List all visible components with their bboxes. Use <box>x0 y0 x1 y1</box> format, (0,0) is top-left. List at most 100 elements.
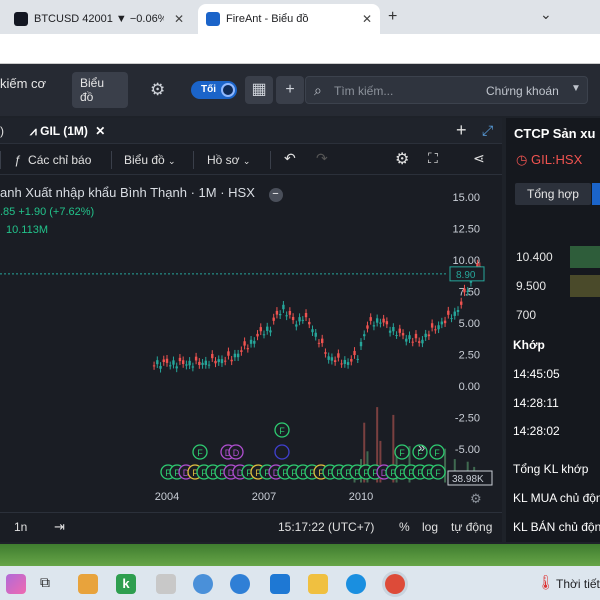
search-input[interactable]: Tìm kiếm... <box>334 84 393 98</box>
candle-body <box>359 341 363 347</box>
k-app-icon[interactable]: k <box>116 574 136 594</box>
add-chart-button[interactable]: + <box>456 120 467 141</box>
browser-tab-bar: BTCUSD 42001 ▼ −0.06% Unna ✕ FireAnt - B… <box>0 0 600 34</box>
event-marker-letter: F <box>434 448 440 458</box>
desktop-wallpaper <box>0 544 600 568</box>
indicators-label: Các chỉ báo <box>28 153 92 167</box>
stock-info-panel <box>506 118 600 542</box>
collapse-legend-icon[interactable]: − <box>268 188 283 202</box>
chrome-icon[interactable] <box>193 574 213 594</box>
weather-widget[interactable]: Thời tiết <box>556 577 600 591</box>
goto-date-icon[interactable]: ⇥ <box>54 519 65 535</box>
candle-body <box>314 332 317 337</box>
chart-type-button[interactable]: Biểu đồ ⌄ <box>124 153 176 167</box>
candle-body <box>392 326 395 332</box>
candle-body <box>414 333 418 339</box>
tab-search-icon[interactable]: ⌄ <box>540 6 552 23</box>
event-marker-letter: F <box>279 426 285 436</box>
candle-body <box>375 318 379 323</box>
y-tick-label: -2.50 <box>455 413 480 425</box>
y-tick-label: 15.00 <box>452 192 480 204</box>
chart-tab-gil[interactable]: ⩘ GIL (1M) ✕ <box>30 124 105 139</box>
task-view-icon[interactable]: ⧉ <box>40 574 60 594</box>
fullscreen-icon[interactable]: ⛶ <box>428 150 438 167</box>
axis-settings-icon: ⚙ <box>470 492 482 507</box>
price-chart[interactable]: 15.00 12.50 10.00 7.50 5.00 2.50 0.00 -2.50 -5.0… <box>0 176 502 512</box>
candle-body <box>430 323 434 328</box>
candle-body <box>172 360 175 365</box>
chrome-active-icon[interactable] <box>385 574 405 594</box>
candle-body <box>424 333 427 338</box>
candle-body <box>207 364 211 366</box>
address-bar-area <box>0 34 600 64</box>
chart-toolbar: ƒ Các chỉ báo Biểu đồ ⌄ Hồ sơ ⌄ ↶ ↷ ⚙ ⛶ … <box>0 145 502 175</box>
tab-summary[interactable]: Tổng hợp <box>515 183 591 205</box>
candle-body <box>333 360 337 362</box>
edge-icon[interactable] <box>230 574 250 594</box>
tab-next[interactable] <box>592 183 600 205</box>
candle-body <box>440 321 444 325</box>
menu-item-partial[interactable]: kiếm cơ <box>0 76 46 91</box>
tab-title: BTCUSD 42001 ▼ −0.06% Unna <box>34 13 164 25</box>
tab-close-icon[interactable]: ✕ <box>362 12 372 26</box>
y-tick-label: 0.00 <box>459 381 480 393</box>
last-price-label: 8.90 <box>456 270 476 281</box>
price-value: 10.400 <box>516 250 553 264</box>
browser-tab-btcusd[interactable]: BTCUSD 42001 ▼ −0.06% Unna ✕ <box>6 4 192 34</box>
price-bar <box>570 275 600 297</box>
candle-body <box>447 310 450 315</box>
stock-symbol[interactable]: ◷ GIL:HSX <box>516 152 582 168</box>
browser-tab-fireant[interactable]: FireAnt - Biểu đồ ✕ <box>198 4 380 34</box>
candle-body <box>301 319 304 321</box>
candle-body <box>191 366 195 368</box>
range-1n-button[interactable]: 1n <box>14 520 27 534</box>
profile-label: Hồ sơ <box>207 153 240 167</box>
menu-item-chart[interactable]: Biểu đồ <box>72 72 128 108</box>
candle-body <box>382 318 385 323</box>
undo-icon[interactable]: ↶ <box>284 150 296 167</box>
app-icon[interactable] <box>6 574 26 594</box>
log-scale-button[interactable]: log <box>422 520 438 534</box>
folder-icon[interactable] <box>308 574 328 594</box>
candle-body <box>211 353 214 359</box>
candle-body <box>243 341 246 346</box>
y-tick-label: 12.50 <box>452 224 480 236</box>
store-icon[interactable] <box>78 574 98 594</box>
candle-body <box>201 362 204 365</box>
chart-settings-gear-icon[interactable]: ⚙ <box>395 149 409 169</box>
profile-button[interactable]: Hồ sơ ⌄ <box>207 153 250 167</box>
candle-body <box>169 365 172 367</box>
search-scope-select[interactable]: Chứng khoán <box>486 84 559 98</box>
search-box[interactable]: ⌕ Tìm kiếm... Chứng khoán ▼ <box>305 76 588 104</box>
redo-icon[interactable]: ↷ <box>316 150 328 167</box>
settings-gear-icon[interactable]: ⚙ <box>150 80 165 100</box>
candle-body <box>188 360 191 366</box>
clock-time[interactable]: 15:17:22 (UTC+7) <box>278 520 374 534</box>
auto-scale-button[interactable]: tự động <box>451 520 492 534</box>
candle-body <box>437 325 440 330</box>
candle-body <box>152 365 156 367</box>
candle-body <box>262 334 266 336</box>
tab-close-icon[interactable]: ✕ <box>174 12 184 26</box>
candle-body <box>308 321 311 325</box>
candle-body <box>337 353 340 358</box>
candle-body <box>259 327 262 332</box>
dark-mode-toggle[interactable]: Tối <box>191 81 237 99</box>
add-icon[interactable]: + <box>276 76 304 104</box>
new-tab-button[interactable]: + <box>388 8 397 26</box>
share-icon[interactable]: ⋖ <box>473 150 485 167</box>
expand-icon[interactable]: ⤢ <box>482 122 493 139</box>
viewer-icon[interactable] <box>156 574 176 594</box>
candle-body <box>236 353 240 358</box>
candle-body <box>353 350 356 356</box>
match-header: Khớp <box>513 338 545 352</box>
chart-tab-close-icon[interactable]: ✕ <box>95 124 105 138</box>
percent-scale-button[interactable]: % <box>399 520 410 534</box>
ie-icon[interactable] <box>346 574 366 594</box>
layout-grid-icon[interactable]: ▦ <box>245 76 273 104</box>
mail-icon[interactable] <box>270 574 290 594</box>
indicators-button[interactable]: ƒ Các chỉ báo <box>14 153 91 167</box>
chart-tab-prev[interactable]: ) <box>0 124 4 138</box>
chart-tab-label: GIL (1M) <box>40 124 88 138</box>
candle-body <box>453 311 456 316</box>
